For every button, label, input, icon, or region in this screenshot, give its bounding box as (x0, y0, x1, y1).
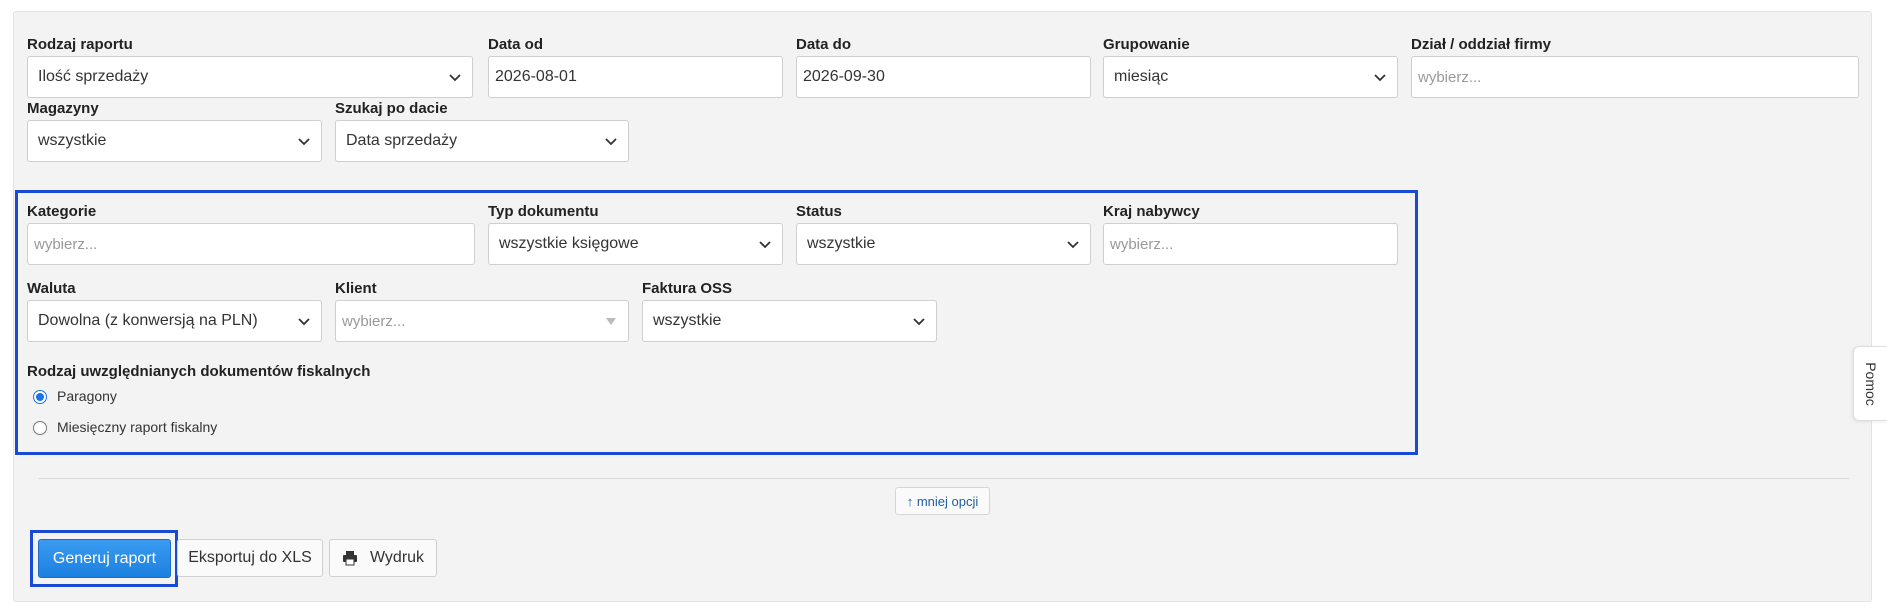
client-combobox[interactable]: wybierz... (335, 300, 629, 342)
search-by-date-value: Data sprzedaży (346, 132, 458, 149)
date-from-label: Data od (488, 36, 544, 53)
buyer-country-label: Kraj nabywcy (1103, 203, 1200, 220)
report-type-select[interactable]: Ilość sprzedaży (27, 56, 473, 98)
department-placeholder: wybierz... (1418, 68, 1482, 86)
generate-report-button[interactable]: Generuj raport (38, 539, 171, 578)
help-tab-label: Pomoc (1862, 361, 1879, 406)
doc-type-value: wszystkie księgowe (499, 235, 639, 252)
fiscal-option-receipts-label: Paragony (57, 388, 117, 404)
warehouses-label: Magazyny (27, 100, 99, 117)
warehouses-select[interactable]: wszystkie (27, 120, 322, 162)
categories-placeholder: wybierz... (34, 235, 98, 253)
date-to-input[interactable]: 2026-09-30 (796, 56, 1091, 98)
chevron-down-icon (449, 74, 461, 82)
section-divider (38, 478, 1849, 479)
buyer-country-input[interactable]: wybierz... (1103, 223, 1398, 265)
client-label: Klient (335, 280, 377, 297)
chevron-down-icon (913, 318, 925, 326)
status-label: Status (796, 203, 842, 220)
warehouses-value: wszystkie (38, 132, 107, 149)
grouping-value: miesiąc (1114, 68, 1169, 85)
export-xls-label: Eksportuj do XLS (188, 549, 312, 566)
date-to-label: Data do (796, 36, 852, 53)
search-by-date-label: Szukaj po dacie (335, 100, 448, 117)
currency-select[interactable]: Dowolna (z konwersją na PLN) (27, 300, 322, 342)
fiscal-option-receipts-radio[interactable] (33, 390, 47, 404)
department-input[interactable]: wybierz... (1411, 56, 1859, 98)
grouping-label: Grupowanie (1103, 36, 1190, 53)
chevron-down-icon (1067, 241, 1079, 249)
fiscal-option-monthly-label: Miesięczny raport fiskalny (57, 419, 218, 435)
oss-invoice-label: Faktura OSS (642, 280, 733, 297)
chevron-down-icon (298, 138, 310, 146)
client-placeholder: wybierz... (342, 312, 406, 330)
chevron-down-icon (605, 138, 617, 146)
export-xls-button[interactable]: Eksportuj do XLS (177, 539, 323, 577)
doc-type-label: Typ dokumentu (488, 203, 599, 220)
printer-icon (342, 551, 357, 566)
fiscal-docs-label: Rodzaj uwzględnianych dokumentów fiskaln… (27, 363, 371, 380)
print-button[interactable]: Wydruk (329, 539, 437, 577)
triangle-down-icon (606, 318, 616, 325)
less-options-button[interactable]: ↑ mniej opcji (895, 487, 990, 515)
categories-input[interactable]: wybierz... (27, 223, 475, 265)
date-from-value: 2026-08-01 (495, 68, 577, 85)
chevron-down-icon (298, 318, 310, 326)
oss-invoice-select[interactable]: wszystkie (642, 300, 937, 342)
report-type-label: Rodzaj raportu (27, 36, 133, 53)
report-type-value: Ilość sprzedaży (38, 68, 149, 85)
buyer-country-placeholder: wybierz... (1110, 235, 1174, 253)
help-tab[interactable]: Pomoc (1853, 346, 1887, 421)
categories-label: Kategorie (27, 203, 97, 220)
grouping-select[interactable]: miesiąc (1103, 56, 1398, 98)
date-to-value: 2026-09-30 (803, 68, 885, 85)
search-by-date-select[interactable]: Data sprzedaży (335, 120, 629, 162)
date-from-input[interactable]: 2026-08-01 (488, 56, 783, 98)
generate-report-label: Generuj raport (52, 549, 157, 567)
status-value: wszystkie (807, 235, 876, 252)
chevron-down-icon (1374, 74, 1386, 82)
doc-type-select[interactable]: wszystkie księgowe (488, 223, 783, 265)
chevron-down-icon (759, 241, 771, 249)
status-select[interactable]: wszystkie (796, 223, 1091, 265)
print-label: Wydruk (369, 549, 425, 566)
currency-label: Waluta (27, 280, 76, 297)
fiscal-option-monthly-radio[interactable] (33, 421, 47, 435)
oss-invoice-value: wszystkie (653, 312, 722, 329)
department-label: Dział / oddział firmy (1411, 36, 1552, 53)
currency-value: Dowolna (z konwersją na PLN) (38, 312, 258, 329)
